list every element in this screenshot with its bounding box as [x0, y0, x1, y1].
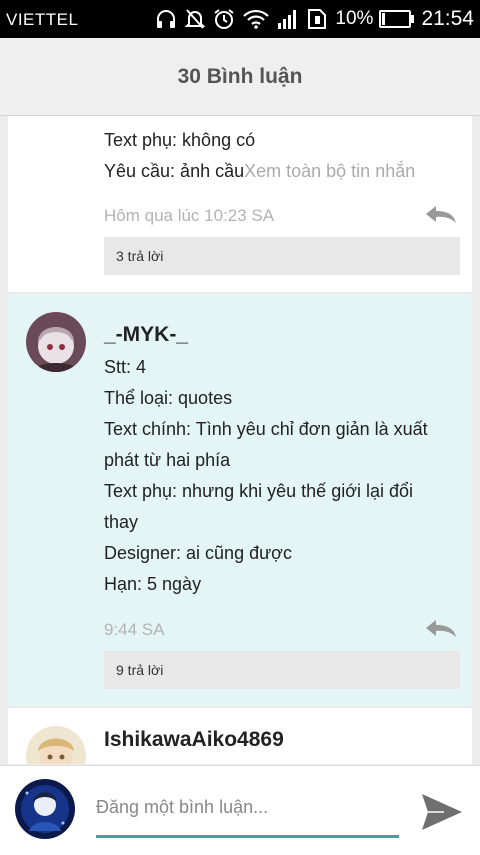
comment-line: Stt: 4 — [104, 357, 147, 377]
sim-icon — [307, 8, 327, 30]
status-icons: 10% 21:54 — [155, 0, 480, 38]
comment-line: thay — [104, 512, 139, 532]
headphones-icon — [155, 8, 177, 30]
comment-card: IshikawaAiko4869 — [8, 708, 472, 764]
replies-button[interactable]: 9 trả lời — [104, 651, 460, 689]
comment-line-text: Yêu cầu: ảnh cầu — [104, 161, 245, 181]
comment-card: Text phụ: không có Yêu cầu: ảnh cầuXem t… — [8, 116, 472, 292]
header: 30 Bình luận — [0, 38, 480, 116]
my-avatar — [15, 779, 75, 839]
replies-button[interactable]: 3 trả lời — [104, 237, 460, 275]
comment-line: Hạn: 5 ngày — [104, 574, 202, 594]
comment-time: Hôm qua lúc 10:23 SA — [104, 206, 275, 225]
comment-line: Thể loại: quotes — [104, 388, 233, 408]
avatar[interactable] — [26, 312, 86, 372]
send-icon[interactable] — [420, 792, 464, 832]
comment-list[interactable]: Text phụ: không có Yêu cầu: ảnh cầuXem t… — [8, 116, 472, 764]
comment-line: Text phụ: không có — [104, 130, 256, 150]
comment-line: phát từ hai phía — [104, 450, 231, 470]
comment-input[interactable] — [96, 792, 399, 838]
comment-line: Text chính: Tình yêu chỉ đơn giản là xuấ… — [104, 419, 428, 439]
battery-icon — [379, 10, 415, 28]
reply-icon[interactable] — [424, 204, 458, 224]
comment-line: Text phụ: nhưng khi yêu thế giới lại đổi — [104, 481, 414, 501]
page-title: 30 Bình luận — [177, 64, 303, 88]
comment-line: Designer: ai cũng được — [104, 543, 292, 563]
status-bar: VIETTEL 10% 21:54 — [0, 0, 480, 38]
reply-icon[interactable] — [424, 618, 458, 638]
carrier-label: VIETTEL — [6, 10, 79, 29]
comment-line-truncated: Yêu cầu: ảnh cầuXem toàn bộ tin nhắn — [104, 156, 415, 187]
comment-composer — [0, 765, 480, 855]
see-full-message-link[interactable]: Xem toàn bộ tin nhắn — [244, 161, 415, 181]
avatar[interactable] — [26, 726, 86, 764]
alarm-icon — [213, 8, 235, 30]
wifi-icon — [243, 9, 270, 29]
signal-icon — [277, 9, 299, 29]
mute-icon — [185, 8, 206, 30]
username[interactable]: _-MYK-_ — [104, 323, 188, 347]
comment-card-highlighted: _-MYK-_ Stt: 4 Thể loại: quotes Text chí… — [8, 294, 472, 706]
battery-percent: 10% — [335, 8, 374, 29]
username[interactable]: IshikawaAiko4869 — [104, 728, 284, 752]
clock: 21:54 — [421, 7, 474, 30]
comment-time: 9:44 SA — [104, 620, 165, 639]
